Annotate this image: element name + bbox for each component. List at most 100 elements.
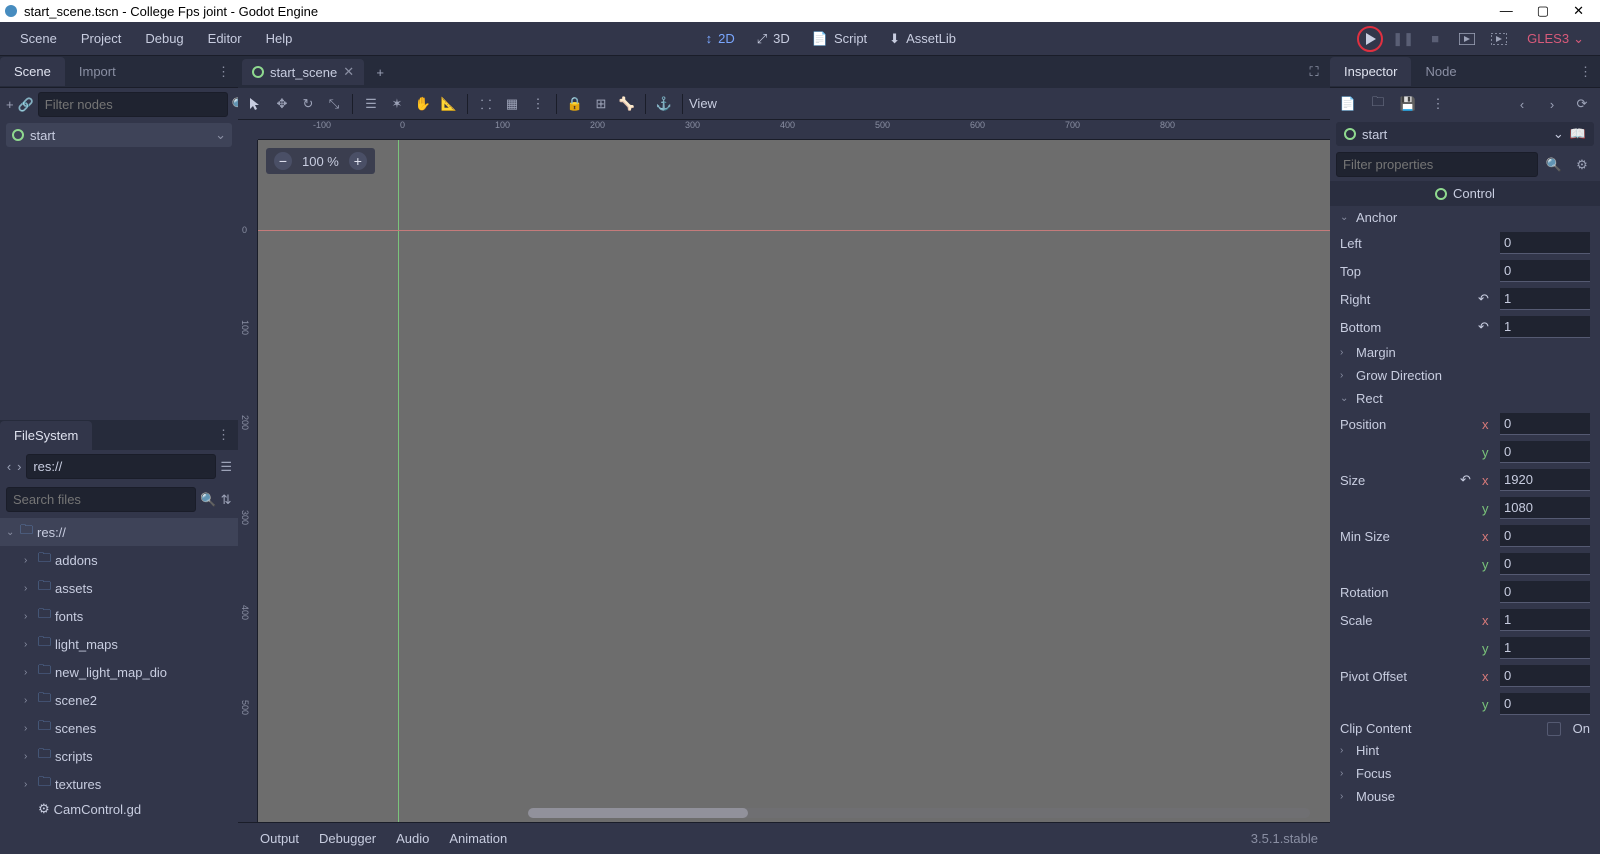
group-icon[interactable]: ⊞	[589, 92, 613, 116]
section-mouse[interactable]: ›Mouse	[1330, 785, 1600, 808]
scale-tool-icon[interactable]: ⤡	[322, 92, 346, 116]
revert-icon[interactable]: ↶	[1478, 319, 1494, 335]
add-node-button[interactable]: +	[6, 93, 14, 117]
tree-item[interactable]: ⚙CamControl.gd	[0, 798, 238, 820]
clip-checkbox[interactable]	[1547, 722, 1561, 736]
zoom-out-button[interactable]: −	[274, 152, 292, 170]
scene-tab[interactable]: start_scene ✕	[242, 59, 364, 85]
rotate-tool-icon[interactable]: ↻	[296, 92, 320, 116]
nav-back-icon[interactable]: ‹	[6, 455, 12, 479]
history-forward-icon[interactable]: ›	[1540, 92, 1564, 116]
instance-scene-button[interactable]: 🔗	[18, 93, 34, 117]
mode-3d[interactable]: ⤢3D	[747, 25, 800, 53]
tab-output[interactable]: Output	[250, 825, 309, 852]
play-button[interactable]	[1357, 26, 1383, 52]
viewport[interactable]: -100 0 100 200 300 400 500 600 700 800 0…	[238, 120, 1330, 822]
bone-icon[interactable]: 🦴	[615, 92, 639, 116]
search-icon[interactable]: 🔍	[200, 488, 216, 512]
revert-icon[interactable]: ↶	[1460, 472, 1476, 488]
dock-menu-icon[interactable]: ⋮	[209, 64, 238, 80]
filesystem-path-input[interactable]	[26, 454, 216, 479]
menu-debug[interactable]: Debug	[133, 25, 195, 52]
minsize-x-input[interactable]	[1500, 525, 1590, 547]
tree-item[interactable]: ›🗀scene2	[0, 686, 238, 714]
tab-scene[interactable]: Scene	[0, 57, 65, 86]
mode-2d[interactable]: ↕2D	[696, 25, 745, 53]
anchor-top-input[interactable]	[1500, 260, 1590, 282]
tree-item[interactable]: ›🗀assets	[0, 574, 238, 602]
tab-inspector[interactable]: Inspector	[1330, 57, 1411, 86]
inspector-class-header[interactable]: Control	[1330, 181, 1600, 206]
rotation-input[interactable]	[1500, 581, 1590, 603]
tab-filesystem[interactable]: FileSystem	[0, 421, 92, 450]
split-mode-icon[interactable]: ☰	[220, 455, 232, 479]
move-tool-icon[interactable]: ✥	[270, 92, 294, 116]
section-hint[interactable]: ›Hint	[1330, 739, 1600, 762]
minimize-icon[interactable]: —	[1500, 3, 1513, 19]
zoom-in-button[interactable]: +	[349, 152, 367, 170]
inspector-filter-input[interactable]	[1336, 152, 1538, 177]
pivot-y-input[interactable]	[1500, 693, 1590, 715]
pause-button[interactable]: ❚❚	[1391, 27, 1415, 51]
dock-menu-icon[interactable]: ⋮	[209, 427, 238, 443]
scale-y-input[interactable]	[1500, 637, 1590, 659]
menu-scene[interactable]: Scene	[8, 25, 69, 52]
play-scene-button[interactable]	[1455, 27, 1479, 51]
tree-item[interactable]: ›🗀scripts	[0, 742, 238, 770]
section-margin[interactable]: ›Margin	[1330, 341, 1600, 364]
revert-icon[interactable]: ↶	[1478, 291, 1494, 307]
settings-icon[interactable]: ⚙	[1570, 153, 1594, 177]
tab-animation[interactable]: Animation	[439, 825, 517, 852]
view-menu[interactable]: View	[689, 96, 717, 111]
section-rect[interactable]: ⌄Rect	[1330, 387, 1600, 410]
select-tool-icon[interactable]	[244, 92, 268, 116]
section-focus[interactable]: ›Focus	[1330, 762, 1600, 785]
save-resource-icon[interactable]: 💾	[1396, 92, 1420, 116]
mode-assetlib[interactable]: ⬇AssetLib	[879, 25, 966, 53]
stop-button[interactable]: ■	[1423, 27, 1447, 51]
menu-help[interactable]: Help	[254, 25, 305, 52]
position-y-input[interactable]	[1500, 441, 1590, 463]
nav-forward-icon[interactable]: ›	[16, 455, 22, 479]
anchor-bottom-input[interactable]	[1500, 316, 1590, 338]
zoom-level[interactable]: 100 %	[302, 154, 339, 169]
tree-item[interactable]: ›🗀light_maps	[0, 630, 238, 658]
play-custom-scene-button[interactable]	[1487, 27, 1511, 51]
section-anchor[interactable]: ⌄Anchor	[1330, 206, 1600, 229]
filesystem-search-input[interactable]	[6, 487, 196, 512]
horizontal-scrollbar[interactable]	[528, 808, 1310, 818]
new-tab-button[interactable]: +	[368, 60, 392, 84]
snap-options-icon[interactable]: ⋮	[526, 92, 550, 116]
new-resource-icon[interactable]: 📄	[1336, 92, 1360, 116]
doc-icon[interactable]: 📖	[1570, 126, 1586, 142]
lock-icon[interactable]: 🔒	[563, 92, 587, 116]
tree-item[interactable]: ›🗀fonts	[0, 602, 238, 630]
tab-import[interactable]: Import	[65, 57, 130, 86]
inspector-object-select[interactable]: start ⌄ 📖	[1336, 122, 1594, 146]
tree-item[interactable]: ›🗀scenes	[0, 714, 238, 742]
size-y-input[interactable]	[1500, 497, 1590, 519]
minsize-y-input[interactable]	[1500, 553, 1590, 575]
distraction-free-icon[interactable]: ⛶	[1302, 60, 1326, 84]
grid-snap-icon[interactable]: ▦	[500, 92, 524, 116]
list-select-icon[interactable]: ☰	[359, 92, 383, 116]
anchor-right-input[interactable]	[1500, 288, 1590, 310]
ruler-tool-icon[interactable]: 📐	[437, 92, 461, 116]
menu-editor[interactable]: Editor	[196, 25, 254, 52]
position-x-input[interactable]	[1500, 413, 1590, 435]
scene-root-node[interactable]: start ⌄	[6, 123, 232, 147]
dock-menu-icon[interactable]: ⋮	[1571, 64, 1600, 80]
menu-project[interactable]: Project	[69, 25, 133, 52]
scene-filter-input[interactable]	[38, 92, 228, 117]
tree-item[interactable]: ›🗀new_light_map_dio	[0, 658, 238, 686]
extra-options-icon[interactable]: ⋮	[1426, 92, 1450, 116]
maximize-icon[interactable]: ▢	[1537, 3, 1549, 19]
close-tab-icon[interactable]: ✕	[343, 64, 354, 80]
tab-node[interactable]: Node	[1411, 57, 1470, 86]
tab-audio[interactable]: Audio	[386, 825, 439, 852]
snap-icon[interactable]: ⸬	[474, 92, 498, 116]
tab-debugger[interactable]: Debugger	[309, 825, 386, 852]
chevron-down-icon[interactable]: ⌄	[215, 127, 226, 143]
tree-item[interactable]: ›🗀textures	[0, 770, 238, 798]
close-icon[interactable]: ✕	[1573, 3, 1584, 19]
